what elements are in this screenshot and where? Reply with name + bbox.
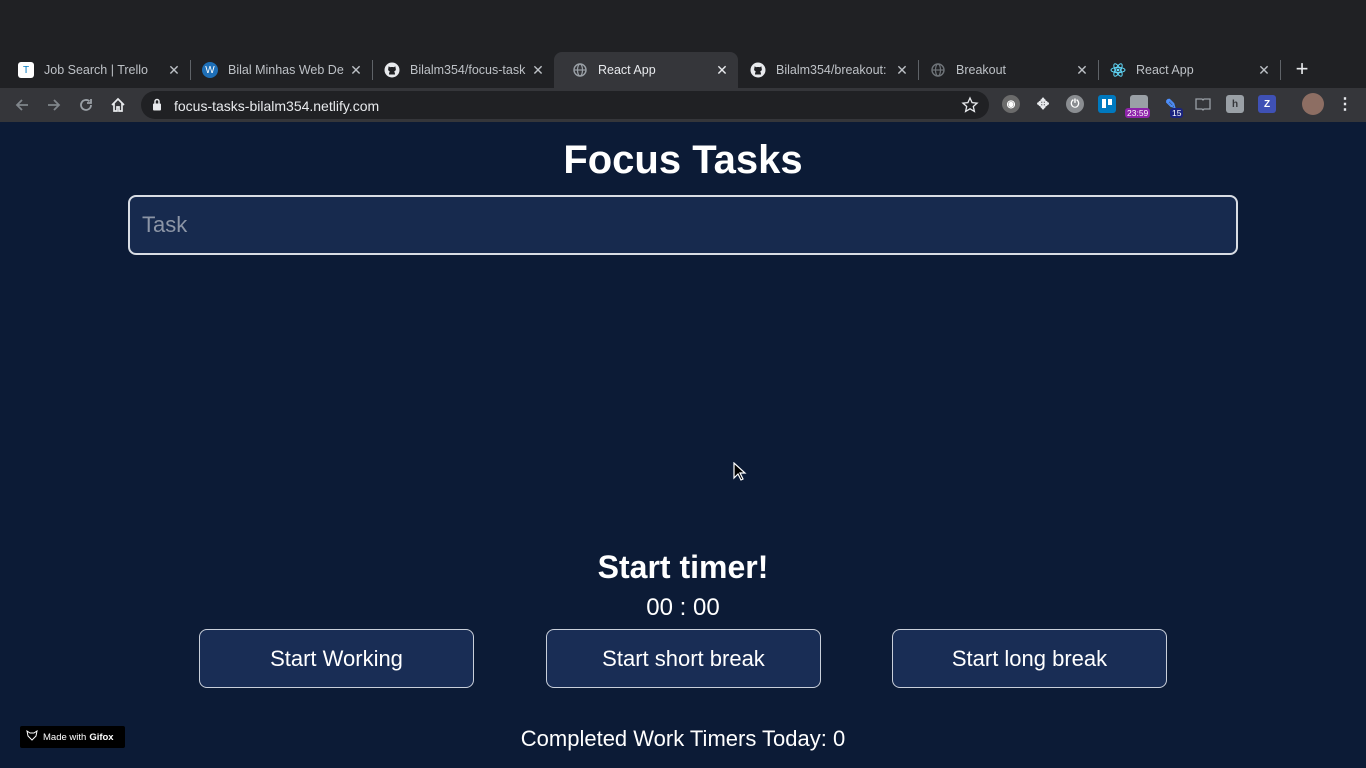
close-tab-icon[interactable]: ✕ [530,62,546,78]
home-icon [111,97,125,112]
react-icon [1110,62,1126,78]
browser-toolbar: focus-tasks-bilalm354.netlify.com ◉ ✥ ⏻ … [0,88,1366,122]
tab-title: Bilalm354/focus-task [410,63,526,77]
globe-icon [572,62,588,78]
forward-arrow-icon [48,99,61,111]
profile-avatar[interactable] [1302,93,1324,115]
globe-icon [930,62,946,78]
tab-github-focus-tasks[interactable]: Bilalm354/focus-task ✕ [366,52,554,88]
page-title: Focus Tasks [563,138,803,182]
tab-title: Bilalm354/breakout: E [776,63,890,77]
wordpress-icon: W [202,62,218,78]
z-label: Z [1263,98,1271,110]
tab-breakout[interactable]: Breakout ✕ [912,52,1098,88]
github-icon [750,62,766,78]
extension-trello-icon[interactable] [1098,95,1116,113]
extension-move-icon[interactable]: ✥ [1034,95,1052,113]
tab-github-breakout[interactable]: Bilalm354/breakout: E ✕ [732,52,918,88]
completed-timers-count: Completed Work Timers Today: 0 [520,726,846,751]
tab-title: Job Search | Trello [44,63,148,77]
close-tab-icon[interactable]: ✕ [714,62,730,78]
extension-z-icon[interactable]: Z [1258,95,1276,113]
task-input[interactable] [128,195,1238,255]
close-tab-icon[interactable]: ✕ [348,62,364,78]
tab-divider [1280,60,1281,80]
extension-hunter-icon[interactable]: h [1226,95,1244,113]
home-button[interactable] [107,94,129,116]
gifox-prefix: Made with [43,731,87,743]
tab-bilal-minhas-web-dev[interactable]: W Bilal Minhas Web Dev ✕ [184,52,372,88]
tab-title: React App [598,63,656,77]
github-icon [384,62,400,78]
tab-title: Bilal Minhas Web Dev [228,63,344,77]
timer-display: 00 : 00 [646,594,720,621]
reload-icon [80,99,92,111]
extension-reader-icon[interactable] [1194,95,1212,113]
lock-icon [153,98,161,111]
start-short-break-button[interactable]: Start short break [546,629,821,688]
timer-heading: Start timer! [597,549,769,585]
bookmark-star-icon[interactable] [961,96,979,114]
close-tab-icon[interactable]: ✕ [1074,62,1090,78]
new-tab-button[interactable]: + [1291,58,1313,80]
tab-title: React App [1136,63,1194,77]
address-bar[interactable]: focus-tasks-bilalm354.netlify.com [141,91,989,119]
page-content: Focus Tasks Start timer! 00 : 00 Start W… [0,122,1366,768]
close-tab-icon[interactable]: ✕ [1256,62,1272,78]
url-text: focus-tasks-bilalm354.netlify.com [174,98,380,114]
gifox-watermark: Made with Gifox [20,726,125,748]
clock-badge: 23:59 [1125,108,1151,118]
extension-power-icon[interactable]: ⏻ [1066,95,1084,113]
tab-react-app-2[interactable]: React App ✕ [1092,52,1280,88]
close-tab-icon[interactable]: ✕ [894,62,910,78]
mouse-cursor-icon [733,462,747,481]
tab-react-app-active[interactable]: React App ✕ [554,52,738,88]
menu-kebab-icon[interactable]: ⋮ [1336,95,1354,113]
trello-icon: T [18,62,34,78]
start-long-break-button[interactable]: Start long break [892,629,1167,688]
counter-badge: 15 [1170,108,1184,118]
tab-title: Breakout [956,63,1007,77]
tab-job-search-trello[interactable]: T Job Search | Trello ✕ [0,52,190,88]
back-button[interactable] [11,94,33,116]
start-working-button[interactable]: Start Working [199,629,474,688]
gifox-fox-icon [26,729,38,744]
close-tab-icon[interactable]: ✕ [166,62,182,78]
browser-tab-strip: T Job Search | Trello ✕ W Bilal Minhas W… [0,0,1366,88]
extension-glasses-icon[interactable]: ◉ [1002,95,1020,113]
back-arrow-icon [15,99,28,111]
forward-button[interactable] [43,94,65,116]
reload-button[interactable] [75,94,97,116]
gifox-brand: Gifox [89,731,114,743]
